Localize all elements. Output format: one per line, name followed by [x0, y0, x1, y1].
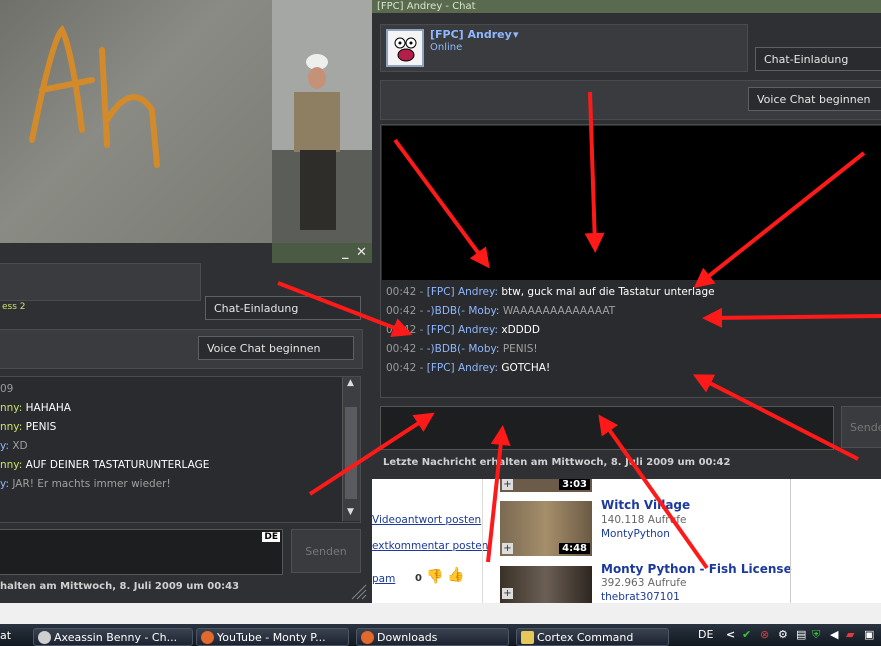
red-arrow [598, 414, 709, 570]
red-arrow [692, 374, 859, 461]
red-arrow [584, 91, 605, 253]
red-arrow [277, 281, 413, 338]
annotation-arrows [277, 91, 881, 570]
red-arrow [486, 425, 511, 563]
red-arrow [393, 138, 490, 269]
red-arrow [308, 412, 435, 496]
red-arrow [702, 307, 881, 328]
red-arrow [693, 151, 866, 288]
